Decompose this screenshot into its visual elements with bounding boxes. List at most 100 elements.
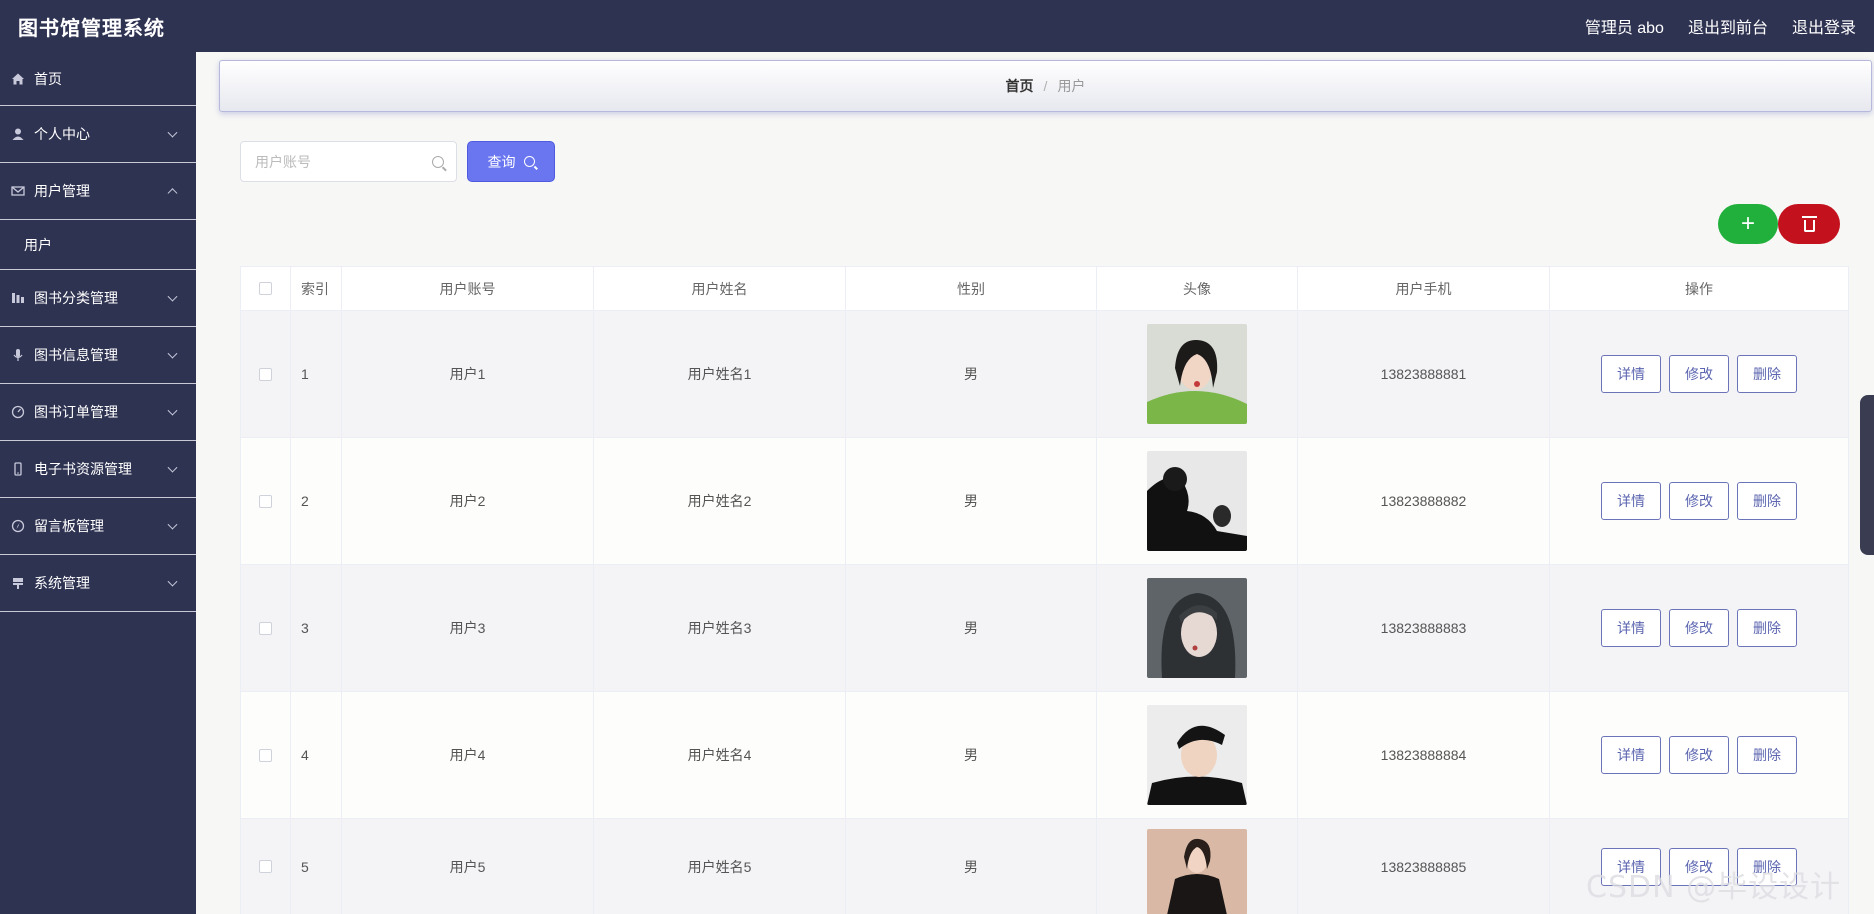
sidebar-item-home[interactable]: 首页 bbox=[0, 52, 196, 106]
sidebar-item-label: 图书分类管理 bbox=[34, 290, 118, 306]
sidebar-item-label: 个人中心 bbox=[34, 126, 90, 142]
sidebar-item-user-management[interactable]: 用户管理 bbox=[0, 163, 196, 220]
avatar[interactable] bbox=[1147, 578, 1247, 678]
detail-button[interactable]: 详情 bbox=[1601, 355, 1661, 393]
avatar[interactable] bbox=[1147, 705, 1247, 805]
sidebar-item-book-category[interactable]: 图书分类管理 bbox=[0, 270, 196, 327]
header-index: 索引 bbox=[291, 267, 342, 310]
row-name: 用户姓名3 bbox=[594, 565, 846, 691]
sign-icon bbox=[10, 575, 26, 591]
header-check-cell bbox=[241, 267, 291, 310]
row-phone: 13823888881 bbox=[1298, 311, 1550, 437]
table-row: 2 用户2 用户姓名2 男 13823888882 详情 修改 删除 bbox=[241, 438, 1848, 565]
row-index: 4 bbox=[291, 692, 342, 818]
row-check-cell bbox=[241, 311, 291, 437]
detail-button[interactable]: 详情 bbox=[1601, 482, 1661, 520]
row-check-cell bbox=[241, 565, 291, 691]
detail-button[interactable]: 详情 bbox=[1601, 609, 1661, 647]
add-button[interactable]: + bbox=[1718, 204, 1778, 244]
to-front-link[interactable]: 退出到前台 bbox=[1688, 14, 1768, 38]
trash-icon bbox=[1801, 215, 1817, 232]
search-icon bbox=[523, 156, 535, 167]
avatar-cell bbox=[1097, 438, 1298, 564]
breadcrumb-home[interactable]: 首页 bbox=[1006, 76, 1034, 96]
sidebar-item-book-info[interactable]: 图书信息管理 bbox=[0, 327, 196, 384]
home-icon bbox=[10, 71, 26, 87]
chevron-down-icon bbox=[167, 405, 178, 416]
compass-icon bbox=[10, 518, 26, 534]
avatar-cell bbox=[1097, 565, 1298, 691]
table-header: 索引 用户账号 用户姓名 性别 头像 用户手机 操作 bbox=[241, 267, 1848, 311]
sidebar-item-book-order[interactable]: 图书订单管理 bbox=[0, 384, 196, 441]
row-account: 用户4 bbox=[342, 692, 594, 818]
delete-button[interactable]: 删除 bbox=[1737, 355, 1797, 393]
row-index: 1 bbox=[291, 311, 342, 437]
avatar-cell bbox=[1097, 692, 1298, 818]
search-input[interactable] bbox=[255, 153, 425, 170]
header-name: 用户姓名 bbox=[594, 267, 846, 310]
sidebar: 首页 个人中心 用户管理 用户 图书分类管理 图书信息管理 图书订单管理 电子书… bbox=[0, 52, 196, 914]
sidebar-item-label: 系统管理 bbox=[34, 575, 90, 591]
row-actions: 详情 修改 删除 bbox=[1550, 311, 1848, 437]
row-name: 用户姓名1 bbox=[594, 311, 846, 437]
table-row: 3 用户3 用户姓名3 男 13823888883 详情 修改 删除 bbox=[241, 565, 1848, 692]
sidebar-subitem-user[interactable]: 用户 bbox=[0, 220, 196, 270]
chevron-down-icon bbox=[167, 519, 178, 530]
delete-button[interactable]: 删除 bbox=[1737, 482, 1797, 520]
sidebar-item-system[interactable]: 系统管理 bbox=[0, 555, 196, 612]
row-account: 用户1 bbox=[342, 311, 594, 437]
row-account: 用户3 bbox=[342, 565, 594, 691]
batch-delete-button[interactable] bbox=[1778, 204, 1840, 244]
chevron-down-icon bbox=[167, 576, 178, 587]
delete-button[interactable]: 删除 bbox=[1737, 609, 1797, 647]
edit-button[interactable]: 修改 bbox=[1669, 736, 1729, 774]
row-checkbox[interactable] bbox=[259, 748, 272, 762]
top-actions: 管理员 abo 退出到前台 退出登录 bbox=[1585, 14, 1856, 38]
edit-button[interactable]: 修改 bbox=[1669, 482, 1729, 520]
query-button[interactable]: 查询 bbox=[467, 141, 555, 182]
gauge-icon bbox=[10, 404, 26, 420]
avatar[interactable] bbox=[1147, 324, 1247, 424]
row-check-cell bbox=[241, 819, 291, 914]
row-phone: 13823888884 bbox=[1298, 692, 1550, 818]
detail-button[interactable]: 详情 bbox=[1601, 736, 1661, 774]
row-phone: 13823888882 bbox=[1298, 438, 1550, 564]
breadcrumb-separator: / bbox=[1043, 78, 1048, 94]
mail-icon bbox=[10, 183, 26, 199]
row-checkbox[interactable] bbox=[259, 621, 272, 635]
edit-button[interactable]: 修改 bbox=[1669, 355, 1729, 393]
select-all-checkbox[interactable] bbox=[259, 282, 272, 295]
header-account: 用户账号 bbox=[342, 267, 594, 310]
row-checkbox[interactable] bbox=[259, 494, 272, 508]
sidebar-item-profile[interactable]: 个人中心 bbox=[0, 106, 196, 163]
row-actions: 详情 修改 删除 bbox=[1550, 438, 1848, 564]
sidebar-item-message-board[interactable]: 留言板管理 bbox=[0, 498, 196, 555]
sidebar-item-label: 图书订单管理 bbox=[34, 404, 118, 420]
row-name: 用户姓名2 bbox=[594, 438, 846, 564]
logout-link[interactable]: 退出登录 bbox=[1792, 14, 1856, 38]
avatar-cell bbox=[1097, 819, 1298, 914]
row-checkbox[interactable] bbox=[259, 367, 272, 381]
avatar[interactable] bbox=[1147, 829, 1247, 914]
header-phone: 用户手机 bbox=[1298, 267, 1550, 310]
query-button-label: 查询 bbox=[487, 153, 516, 170]
chevron-down-icon bbox=[167, 462, 178, 473]
row-name: 用户姓名5 bbox=[594, 819, 846, 914]
avatar[interactable] bbox=[1147, 451, 1247, 551]
sidebar-item-ebook[interactable]: 电子书资源管理 bbox=[0, 441, 196, 498]
edit-button[interactable]: 修改 bbox=[1669, 609, 1729, 647]
delete-button[interactable]: 删除 bbox=[1737, 736, 1797, 774]
row-name: 用户姓名4 bbox=[594, 692, 846, 818]
admin-label: 管理员 abo bbox=[1584, 20, 1664, 37]
chart-icon bbox=[10, 290, 26, 306]
side-drawer-handle[interactable] bbox=[1860, 395, 1874, 555]
row-account: 用户2 bbox=[342, 438, 594, 564]
breadcrumb: 首页 / 用户 bbox=[219, 60, 1872, 112]
row-phone: 13823888883 bbox=[1298, 565, 1550, 691]
header-gender: 性别 bbox=[846, 267, 1097, 310]
row-checkbox[interactable] bbox=[259, 860, 272, 873]
row-index: 5 bbox=[291, 819, 342, 914]
chevron-down-icon bbox=[167, 291, 178, 302]
row-gender: 男 bbox=[846, 819, 1097, 914]
row-actions: 详情 修改 删除 bbox=[1550, 692, 1848, 818]
